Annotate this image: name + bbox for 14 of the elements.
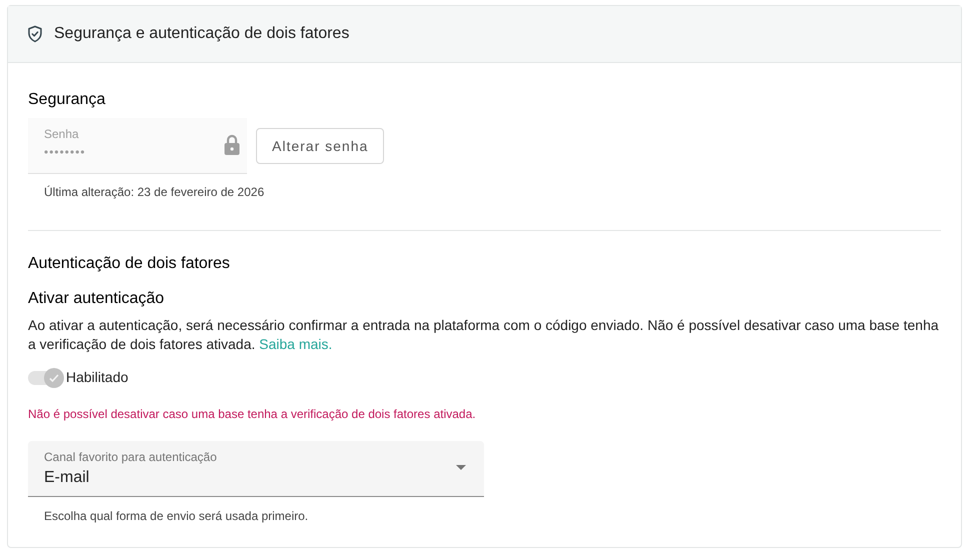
helper-text: Escolha qual forma de envio será usada primeiro. [43,508,310,525]
toggle-label: Habilitado [66,368,128,387]
section-heading: Autenticação de dois fatores [28,254,231,274]
dropdown-caret-icon [456,465,466,470]
card-title: Segurança e autenticação de dois fatores [54,24,350,44]
subsection-heading: Ativar autenticação [28,289,166,309]
shield-check-icon [26,24,44,44]
channel-select[interactable]: Canal favorito para autenticação E-mail [28,441,484,497]
section-heading: Segurança [28,90,106,110]
last-changed-text: Última alteração: 23 de fevereiro de 2026 [43,184,266,201]
description-text: Ao ativar a autenticação, será necessário confirmar a entrada na plataforma com o código enviado. Não é possível desativar caso uma base tenha a verificação de dois fatores ativada. Saiba mais. [28,316,940,354]
warning-text: Não é possível desativar caso uma base tenha a verificação de dois fatores ativada. [28,406,477,423]
check-icon [48,372,60,384]
change-password-button[interactable]: Alterar senha [256,128,384,164]
